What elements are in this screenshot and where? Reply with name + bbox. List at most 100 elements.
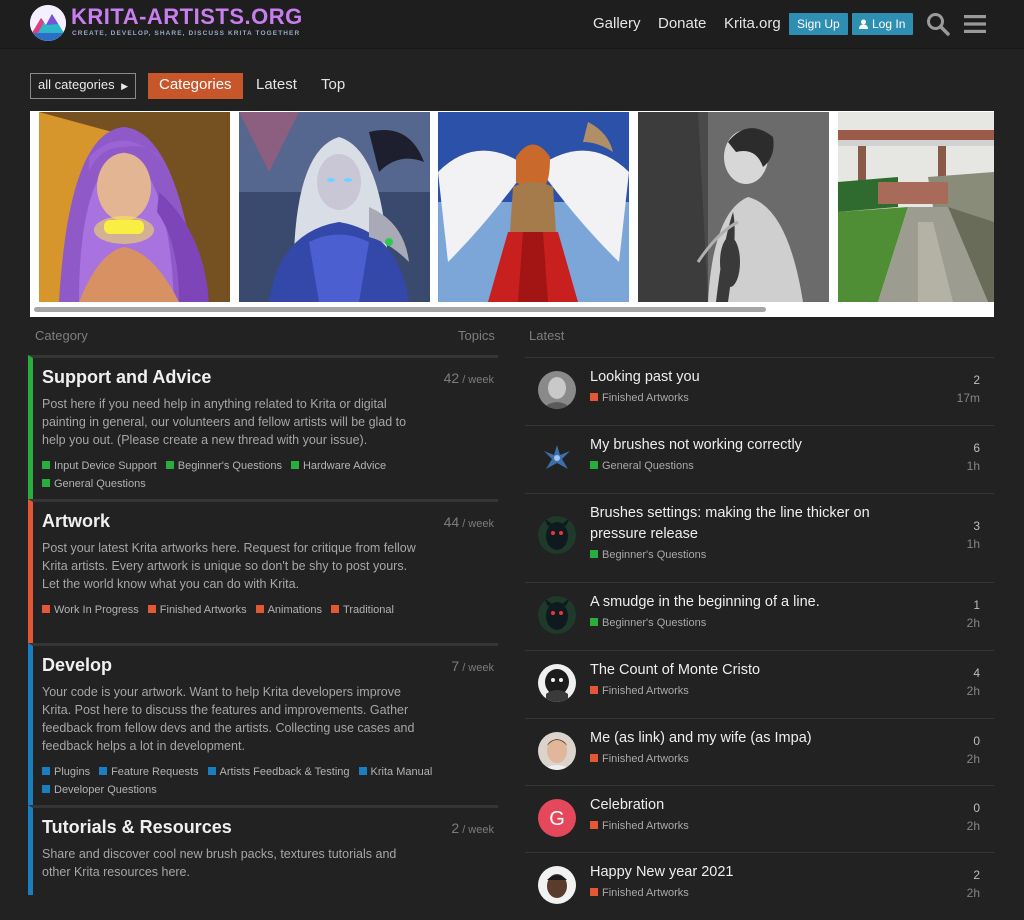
- subcategory-link[interactable]: Artists Feedback & Testing: [207, 763, 350, 781]
- topic-category-badge[interactable]: Beginner's Questions: [590, 549, 706, 561]
- gallery-image-purple-hair-portrait[interactable]: [39, 112, 230, 302]
- category-topic-count: 2 / week: [451, 820, 494, 836]
- user-avatar[interactable]: [538, 664, 576, 702]
- topic-reply-count: 4: [973, 666, 980, 680]
- topic-activity-age[interactable]: 2h: [967, 684, 980, 698]
- user-avatar[interactable]: [538, 732, 576, 770]
- topic-activity-age[interactable]: 2h: [967, 616, 980, 630]
- category-count-value: 44: [443, 514, 460, 530]
- topic-activity-age[interactable]: 1h: [967, 537, 980, 551]
- topic-title-link[interactable]: My brushes not working correctly: [590, 435, 870, 456]
- topic-activity-age[interactable]: 17m: [957, 391, 980, 405]
- subcategory-link[interactable]: Work In Progress: [42, 601, 139, 619]
- latest-topic-row[interactable]: The Count of Monte Cristo Finished Artwor…: [525, 650, 994, 718]
- latest-topic-row[interactable]: G Celebration Finished Artworks 0 2h: [525, 785, 994, 852]
- topic-title-link[interactable]: Brushes settings: making the line thicke…: [590, 503, 870, 545]
- user-avatar[interactable]: G: [538, 799, 576, 837]
- user-avatar[interactable]: [538, 371, 576, 409]
- topic-title-link[interactable]: The Count of Monte Cristo: [590, 660, 870, 681]
- category-dropdown-value: all categories: [38, 77, 115, 92]
- nav-krita-org-link[interactable]: Krita.org: [724, 15, 781, 32]
- user-icon: [859, 14, 868, 36]
- subcategory-list: Work In Progress Finished Artworks Animati…: [42, 601, 442, 619]
- nav-gallery-link[interactable]: Gallery: [593, 15, 641, 32]
- category-title[interactable]: Develop: [42, 655, 112, 676]
- user-avatar[interactable]: [538, 516, 576, 554]
- category-color-square: [147, 605, 156, 613]
- gallery-scrollbar[interactable]: [34, 307, 766, 312]
- user-avatar[interactable]: [538, 596, 576, 634]
- site-title[interactable]: KRITA-ARTISTS.ORG: [71, 5, 303, 29]
- gallery-image-white-haired-elf-warrior[interactable]: [239, 112, 430, 302]
- subcategory-list: Plugins Feature Requests Artists Feedback …: [42, 763, 442, 799]
- subcategory-link[interactable]: Beginner's Questions: [165, 457, 282, 475]
- topic-category-badge[interactable]: General Questions: [590, 460, 694, 472]
- nav-donate-link[interactable]: Donate: [658, 15, 706, 32]
- topic-title-link[interactable]: Me (as link) and my wife (as Impa): [590, 728, 870, 749]
- category-card[interactable]: Support and Advice 42 / week Post here if …: [28, 355, 498, 501]
- topic-activity-age[interactable]: 2h: [967, 752, 980, 766]
- user-avatar[interactable]: [538, 866, 576, 904]
- subcategory-link[interactable]: Finished Artworks: [147, 601, 247, 619]
- category-title[interactable]: Tutorials & Resources: [42, 817, 232, 838]
- tab-latest[interactable]: Latest: [256, 73, 297, 99]
- category-title[interactable]: Artwork: [42, 511, 110, 532]
- subcategory-link[interactable]: Krita Manual: [358, 763, 432, 781]
- tab-top[interactable]: Top: [321, 73, 345, 99]
- topic-title-link[interactable]: Happy New year 2021: [590, 862, 870, 883]
- latest-topic-row[interactable]: Brushes settings: making the line thicke…: [525, 493, 994, 582]
- sign-up-button[interactable]: Sign Up: [789, 13, 848, 35]
- subcategory-link[interactable]: Developer Questions: [42, 781, 157, 799]
- topic-title-link[interactable]: Looking past you: [590, 367, 870, 388]
- subcategory-link[interactable]: Feature Requests: [99, 763, 199, 781]
- hamburger-menu-icon[interactable]: [964, 14, 986, 39]
- topic-reply-count: 3: [973, 519, 980, 533]
- gallery-image-winged-angel-warrior[interactable]: [438, 112, 629, 302]
- subcategory-link[interactable]: Hardware Advice: [290, 457, 386, 475]
- topic-reply-count: 2: [973, 373, 980, 387]
- topic-category-badge[interactable]: Finished Artworks: [590, 753, 689, 765]
- latest-topic-row[interactable]: Happy New year 2021 Finished Artworks 2 2h: [525, 852, 994, 920]
- topic-category-badge[interactable]: Finished Artworks: [590, 820, 689, 832]
- log-in-button[interactable]: Log In: [852, 13, 914, 36]
- topic-title-link[interactable]: A smudge in the beginning of a line.: [590, 592, 870, 613]
- latest-topic-row[interactable]: Looking past you Finished Artworks 2 17m: [525, 357, 994, 425]
- topic-activity-age[interactable]: 2h: [967, 819, 980, 833]
- topic-activity-age[interactable]: 2h: [967, 886, 980, 900]
- category-title[interactable]: Support and Advice: [42, 367, 211, 388]
- gallery-image-railway-bridge-landscape[interactable]: [838, 112, 994, 302]
- site-logo[interactable]: [30, 5, 66, 41]
- user-avatar[interactable]: [538, 439, 576, 477]
- category-color-square: [590, 686, 598, 694]
- category-color-square: [207, 767, 216, 775]
- category-color-square: [590, 550, 598, 558]
- category-card[interactable]: Artwork 44 / week Post your latest Krita a…: [28, 499, 498, 645]
- subcategory-link[interactable]: General Questions: [42, 475, 146, 493]
- category-card[interactable]: Tutorials & Resources 2 / week Share and d…: [28, 805, 498, 895]
- category-topic-count: 7 / week: [451, 658, 494, 674]
- subcategory-link[interactable]: Input Device Support: [42, 457, 157, 475]
- category-dropdown[interactable]: all categories ▶: [30, 73, 136, 99]
- latest-topic-row[interactable]: A smudge in the beginning of a line. Begi…: [525, 582, 994, 650]
- topics-column-header: Topics: [458, 328, 495, 343]
- category-card[interactable]: Develop 7 / week Your code is your artwork…: [28, 643, 498, 807]
- subcategory-link[interactable]: Animations: [255, 601, 322, 619]
- category-color-square: [358, 767, 367, 775]
- latest-topic-row[interactable]: My brushes not working correctly General …: [525, 425, 994, 493]
- category-count-value: 42: [443, 370, 460, 386]
- topic-category-badge[interactable]: Finished Artworks: [590, 392, 689, 404]
- search-icon[interactable]: [926, 12, 950, 41]
- tab-categories[interactable]: Categories: [148, 73, 243, 99]
- latest-column-header: Latest: [529, 328, 565, 343]
- topic-category-badge[interactable]: Finished Artworks: [590, 887, 689, 899]
- topic-category-badge[interactable]: Beginner's Questions: [590, 617, 706, 629]
- category-color-square: [590, 821, 598, 829]
- latest-topic-row[interactable]: Me (as link) and my wife (as Impa) Finish…: [525, 718, 994, 785]
- subcategory-link[interactable]: Plugins: [42, 763, 90, 781]
- topic-title-link[interactable]: Celebration: [590, 795, 870, 816]
- subcategory-link[interactable]: Traditional: [331, 601, 394, 619]
- topic-activity-age[interactable]: 1h: [967, 459, 980, 473]
- category-color-square: [590, 754, 598, 762]
- topic-category-badge[interactable]: Finished Artworks: [590, 685, 689, 697]
- gallery-image-grayscale-woman-with-violin[interactable]: [638, 112, 829, 302]
